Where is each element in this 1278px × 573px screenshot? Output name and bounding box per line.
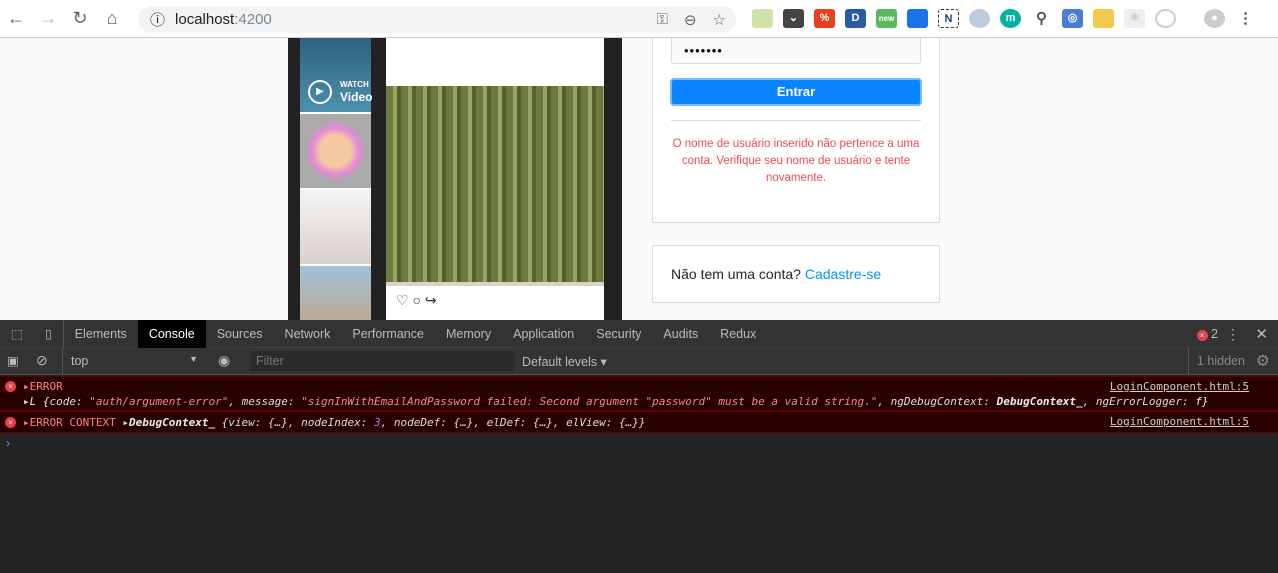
tab-network[interactable]: Network bbox=[274, 320, 342, 348]
error-label[interactable]: ▸ERROR bbox=[23, 380, 63, 393]
close-icon[interactable]: ✕ bbox=[1255, 325, 1268, 343]
astronaut-icon[interactable] bbox=[969, 9, 990, 28]
levels-dropdown[interactable]: Default levels ▾ bbox=[522, 354, 607, 369]
d-extension-icon[interactable]: D bbox=[845, 9, 866, 28]
source-link[interactable]: LoginComponent.html:5 bbox=[1110, 380, 1249, 393]
tab-performance[interactable]: Performance bbox=[341, 320, 435, 348]
hidden-count: 1 hidden bbox=[1188, 348, 1253, 374]
search-icon[interactable]: ⚲ bbox=[1031, 9, 1052, 28]
forward-icon[interactable]: → bbox=[32, 8, 64, 29]
error-icon: × bbox=[5, 381, 16, 392]
console-prompt[interactable]: › bbox=[6, 436, 10, 450]
comment-icon[interactable]: ○ bbox=[412, 292, 420, 308]
eye-icon[interactable]: ◉ bbox=[218, 352, 230, 369]
more-icon[interactable]: ⋮ bbox=[1226, 326, 1240, 343]
reload-icon[interactable]: ↻ bbox=[64, 8, 96, 29]
extension-red-icon[interactable]: % bbox=[814, 9, 835, 28]
pocket-icon[interactable]: ⌄ bbox=[783, 9, 804, 28]
divider bbox=[671, 120, 921, 121]
tab-security[interactable]: Security bbox=[585, 320, 652, 348]
clear-console-icon[interactable]: ⊘ bbox=[36, 352, 48, 369]
error-context[interactable]: ▸ERROR CONTEXT ▸DebugContext_ {view: {…}… bbox=[23, 416, 646, 429]
stories-strip: ▶ WATCH Video bbox=[300, 38, 373, 320]
inspect-icon[interactable]: ⬚ bbox=[0, 320, 34, 348]
devtools-tabbar: ⬚ ▯ Elements Console Sources Network Per… bbox=[0, 319, 1278, 348]
m-extension-icon[interactable]: m bbox=[1000, 9, 1021, 28]
notepad-icon[interactable] bbox=[752, 9, 773, 28]
console-error-row: × ▸ERROR CONTEXT ▸DebugContext_ {view: {… bbox=[0, 411, 1278, 433]
sidebar-toggle-icon[interactable]: ▣ bbox=[7, 353, 19, 368]
video-label: Video bbox=[340, 90, 373, 104]
tab-elements[interactable]: Elements bbox=[64, 320, 138, 348]
tab-redux[interactable]: Redux bbox=[709, 320, 767, 348]
lighthouse-icon[interactable] bbox=[907, 9, 928, 28]
camera-icon[interactable]: ◎ bbox=[1062, 9, 1083, 28]
tab-application[interactable]: Application bbox=[502, 320, 585, 348]
color-picker-icon[interactable] bbox=[1093, 9, 1114, 28]
watch-label: WATCH bbox=[340, 80, 369, 89]
tab-audits[interactable]: Audits bbox=[652, 320, 709, 348]
heart-icon[interactable]: ♡ bbox=[396, 292, 409, 308]
back-icon[interactable]: ← bbox=[0, 8, 32, 29]
new-extension-icon[interactable]: new bbox=[876, 9, 897, 28]
device-toggle-icon[interactable]: ▯ bbox=[34, 319, 64, 348]
signup-link[interactable]: Cadastre-se bbox=[805, 266, 881, 282]
tab-memory[interactable]: Memory bbox=[435, 320, 502, 348]
url-port: :4200 bbox=[234, 11, 272, 28]
gear-icon[interactable]: ⚙ bbox=[1256, 351, 1270, 371]
avatar[interactable]: ● bbox=[1204, 9, 1225, 28]
redux-devtools-icon[interactable] bbox=[1155, 9, 1176, 28]
info-icon[interactable]: ⓘ bbox=[150, 9, 165, 30]
key-icon[interactable]: ⚿ bbox=[657, 11, 668, 29]
error-counter[interactable]: × 2 bbox=[1196, 327, 1218, 341]
n-extension-icon[interactable]: N bbox=[938, 9, 959, 28]
login-card: ••••••• Entrar O nome de usuário inserid… bbox=[652, 38, 940, 223]
chevron-down-icon: ▼ bbox=[189, 354, 198, 364]
error-icon: × bbox=[1196, 330, 1208, 341]
menu-icon[interactable]: ⋮ bbox=[1235, 9, 1256, 28]
browser-toolbar: ← → ↻ ⌂ ⓘ localhost:4200 ⚿ ⊖ ☆ ⌄ % D new N… bbox=[0, 0, 1278, 38]
address-bar[interactable]: ⓘ localhost:4200 ⚿ ⊖ ☆ bbox=[138, 6, 736, 33]
error-message: O nome de usuário inserido não pertence … bbox=[672, 138, 920, 184]
share-icon[interactable]: ↪ bbox=[425, 292, 437, 308]
tab-console[interactable]: Console bbox=[137, 319, 206, 348]
console-error-row: × ▸ERROR LoginComponent.html:5 ▸L {code:… bbox=[0, 376, 1278, 411]
star-icon[interactable]: ☆ bbox=[713, 11, 726, 29]
home-icon[interactable]: ⌂ bbox=[96, 8, 128, 29]
source-link[interactable]: LoginComponent.html:5 bbox=[1110, 415, 1249, 428]
post-photo bbox=[386, 86, 604, 320]
react-devtools-icon[interactable]: ⚛ bbox=[1124, 9, 1145, 28]
play-icon: ▶ bbox=[308, 80, 332, 104]
extensions: ⌄ % D new N m ⚲ ◎ ⚛ ● ⋮ bbox=[752, 9, 1256, 28]
signup-card: Não tem uma conta? Cadastre-se bbox=[652, 245, 940, 303]
login-button[interactable]: Entrar bbox=[670, 78, 922, 106]
phone-mockup: ▶ WATCH Video ♡ ○ ↪ bbox=[288, 38, 622, 320]
error-object[interactable]: ▸L {code: "auth/argument-error", message… bbox=[23, 395, 1209, 408]
page-content: ▶ WATCH Video ♡ ○ ↪ ••••••• Entrar O nom… bbox=[0, 38, 1278, 320]
feed-post: ♡ ○ ↪ bbox=[386, 38, 604, 320]
post-actions: ♡ ○ ↪ bbox=[386, 286, 604, 320]
password-input[interactable]: ••••••• bbox=[671, 38, 921, 64]
zoom-icon[interactable]: ⊖ bbox=[684, 11, 697, 29]
error-icon: × bbox=[5, 417, 16, 428]
console-toolbar: ▣ ⊘ top ▼ ◉ Filter Default levels ▾ 1 hid… bbox=[0, 348, 1278, 375]
signup-prompt: Não tem uma conta? bbox=[671, 266, 801, 282]
url-host: localhost bbox=[175, 11, 235, 28]
error-count: 2 bbox=[1211, 327, 1218, 341]
tab-sources[interactable]: Sources bbox=[206, 320, 274, 348]
filter-input[interactable]: Filter bbox=[250, 351, 514, 371]
context-select[interactable]: top ▼ bbox=[62, 348, 204, 374]
context-value: top bbox=[71, 354, 89, 368]
